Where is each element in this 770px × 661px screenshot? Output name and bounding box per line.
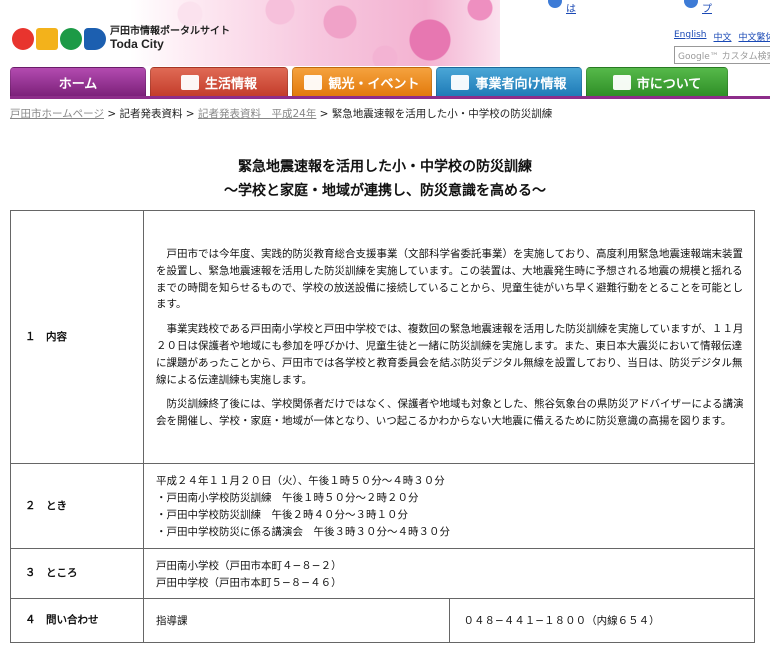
language-links: English 中文 中文繁体 (674, 30, 770, 43)
briefcase-icon (451, 74, 470, 90)
content-paragraph: 戸田市では今年度、実践的防災教育総合支援事業（文部科学省委託事業）を実施しており… (156, 248, 744, 311)
lang-chinese-link[interactable]: 中文 (714, 30, 732, 43)
row-label-contact: ４ 問い合わせ (10, 598, 144, 643)
logo-english-text: Toda City (110, 36, 164, 51)
page-subtitle: 〜学校と家庭・地域が連携し、防災意識を高める〜 (224, 183, 546, 199)
nav-underline (10, 96, 770, 99)
building-icon (612, 74, 631, 90)
row-label-when: ２ とき (10, 463, 144, 549)
site-logo[interactable]: 戸田市情報ポータルサイト Toda City (12, 26, 230, 51)
tab-about-city-label: 市について (636, 76, 702, 92)
tab-about-city[interactable]: 市について (586, 67, 728, 97)
content-paragraph: 防災訓練終了後には、学校関係者だけではなく、保護者や地域も対象とした、熊谷気象台… (156, 398, 744, 428)
table-row: ４ 問い合わせ 指導課 ０４８−４４１−１８００（内線６５４） (10, 598, 755, 643)
logo-mark-icon (12, 27, 106, 50)
breadcrumb-press: 記者発表資料 (119, 108, 183, 120)
content-paragraph: 事業実践校である戸田南小学校と戸田中学校では、複数回の緊急地震速報を活用した防災… (156, 323, 744, 386)
tab-home-label: ホーム (58, 76, 98, 92)
tab-home[interactable]: ホーム (10, 67, 146, 97)
page-title: 緊急地震速報を活用した小・中学校の防災訓練 (238, 159, 532, 175)
utility-link-2[interactable]: プ (684, 0, 712, 15)
house-icon (180, 74, 199, 90)
press-release-table: １ 内容 戸田市では今年度、実践的防災教育総合支援事業（文部科学省委託事業）を実… (10, 210, 755, 643)
row-label-content: １ 内容 (10, 210, 144, 464)
car-icon (304, 74, 323, 90)
when-line: ・戸田中学校防災に係る講演会 午後３時３０分〜４時３０分 (156, 525, 450, 538)
where-line: 戸田中学校（戸田市本町５−８−４６） (156, 576, 342, 589)
tab-living-info[interactable]: 生活情報 (150, 67, 288, 97)
when-line: ・戸田中学校防災訓練 午後２時４０分〜３時１０分 (156, 509, 408, 521)
contact-phone: ０４８−４４１−１８００（内線６５４） (448, 598, 755, 643)
utility-area: は プ English 中文 中文繁体 Google™ カスタム検索 (546, 0, 770, 66)
tab-business-info[interactable]: 事業者向け情報 (436, 67, 582, 97)
row-content-body: 戸田市では今年度、実践的防災教育総合支援事業（文部科学省委託事業）を実施しており… (143, 210, 755, 464)
tab-living-info-label: 生活情報 (204, 76, 257, 92)
breadcrumb-home-link[interactable]: 戸田市ホームページ (10, 108, 104, 120)
when-line: ・戸田南小学校防災訓練 午後１時５０分〜２時２０分 (156, 492, 419, 505)
table-row: １ 内容 戸田市では今年度、実践的防災教育総合支援事業（文部科学省委託事業）を実… (10, 210, 755, 464)
global-nav: ホーム 生活情報 観光・イベント 事業者向け情報 市について (10, 67, 770, 97)
site-header: 戸田市情報ポータルサイト Toda City は プ English 中文 中文… (0, 0, 770, 66)
utility-link-1[interactable]: は (548, 0, 576, 15)
lang-english-link[interactable]: English (674, 30, 707, 43)
tab-tourism-events[interactable]: 観光・イベント (292, 67, 432, 97)
breadcrumb: 戸田市ホームページ > 記者発表資料 > 記者発表資料 平成24年 > 緊急地震… (10, 108, 553, 120)
search-input[interactable]: Google™ カスタム検索 (674, 46, 770, 64)
logo-japanese-text: 戸田市情報ポータルサイト (110, 26, 230, 37)
breadcrumb-press-year-link[interactable]: 記者発表資料 平成24年 (198, 108, 316, 120)
breadcrumb-current: 緊急地震速報を活用した小・中学校の防災訓練 (331, 108, 553, 120)
tab-tourism-events-label: 観光・イベント (328, 76, 420, 92)
row-when-body: 平成２４年１１月２０日（火）、午後１時５０分〜４時３０分 ・戸田南小学校防災訓練… (143, 463, 755, 549)
magnifier-icon (548, 0, 562, 8)
row-where-body: 戸田南小学校（戸田市本町４−８−２） 戸田中学校（戸田市本町５−８−４６） (143, 548, 755, 599)
when-line: 平成２４年１１月２０日（火）、午後１時５０分〜４時３０分 (156, 475, 445, 488)
row-label-where: ３ ところ (10, 548, 144, 599)
tab-business-info-label: 事業者向け情報 (475, 76, 567, 92)
sitemap-icon (684, 0, 698, 8)
table-row: ２ とき 平成２４年１１月２０日（火）、午後１時５０分〜４時３０分 ・戸田南小学… (10, 463, 755, 549)
table-row: ３ ところ 戸田南小学校（戸田市本町４−８−２） 戸田中学校（戸田市本町５−８−… (10, 548, 755, 599)
lang-chinese-traditional-link[interactable]: 中文繁体 (739, 30, 770, 43)
where-line: 戸田南小学校（戸田市本町４−８−２） (156, 559, 342, 572)
contact-department: 指導課 (143, 598, 450, 643)
